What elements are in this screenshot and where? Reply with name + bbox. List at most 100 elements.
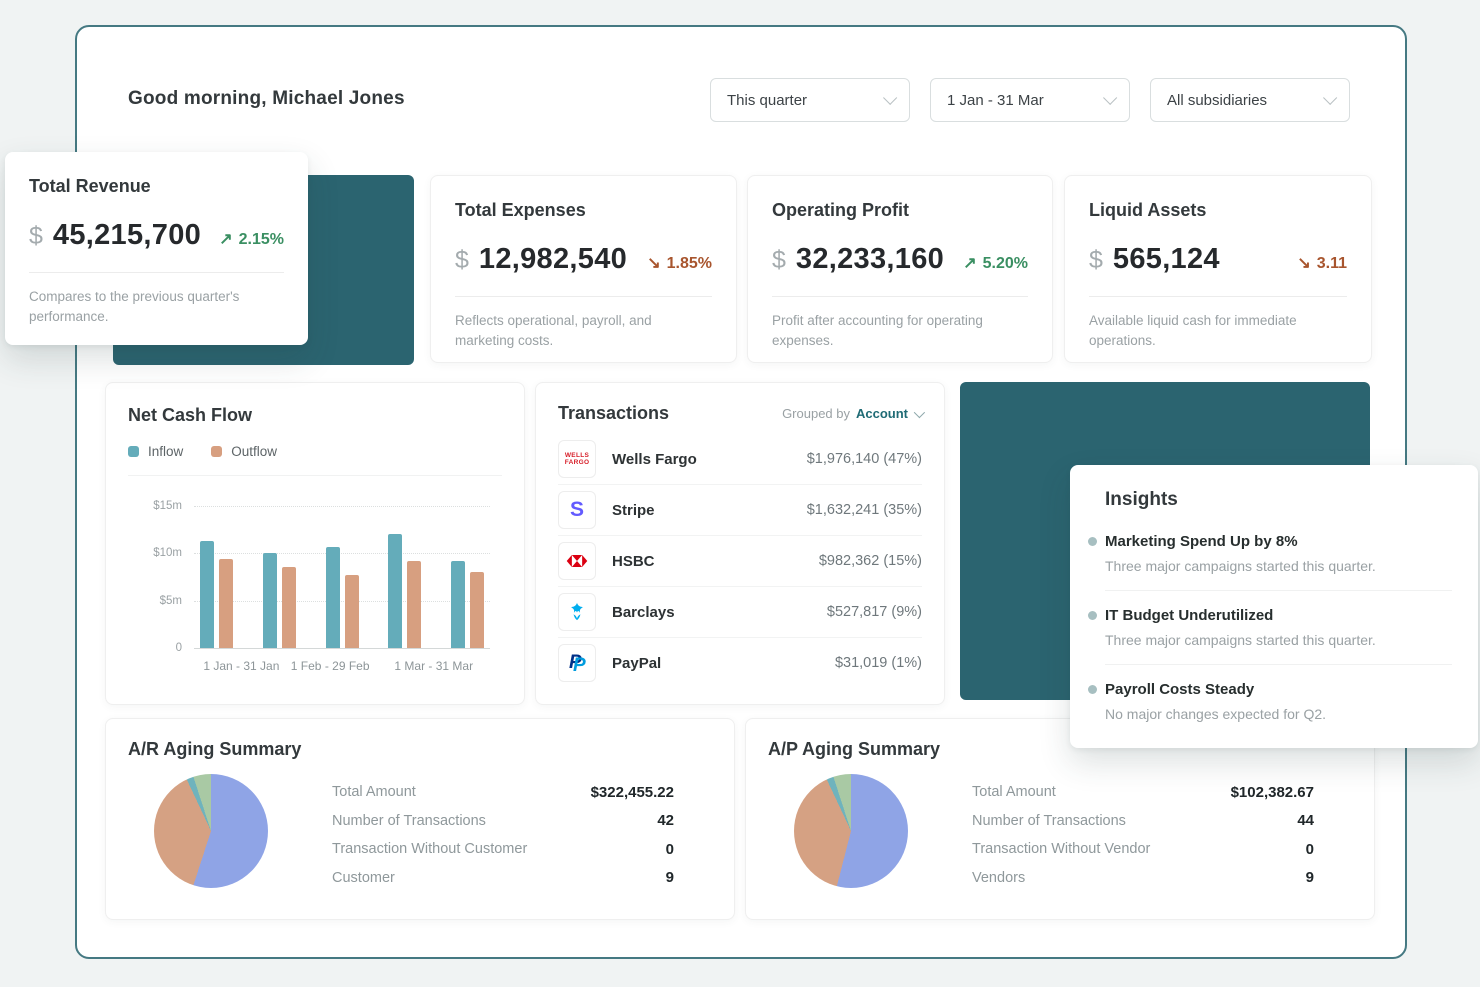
kpi-delta-value: 5.20% [983,255,1028,273]
trend-up-icon: ↗ [219,229,232,249]
account-amount: $527,817 (9%) [827,604,922,620]
kpi-delta-value: 3.11 [1317,255,1347,273]
kpi-value: 565,124 [1113,243,1220,276]
filter-daterange-label: 1 Jan - 31 Mar [947,92,1044,109]
grouped-by-value: Account [856,406,908,421]
summary-label: Number of Transactions [972,813,1126,829]
filter-period-select[interactable]: This quarter [710,78,910,122]
transactions-card: Transactions Grouped by Account WELLSFAR… [535,382,945,705]
grouped-by-dropdown[interactable]: Grouped by Account [782,406,922,421]
insights-card: Insights Marketing Spend Up by 8% Three … [1070,465,1478,748]
chevron-down-icon [914,406,925,417]
divider [1089,296,1347,297]
account-amount: $31,019 (1%) [835,655,922,671]
inflow-swatch-icon [128,446,139,457]
outflow-bar [219,559,233,648]
insight-description: No major changes expected for Q2. [1105,706,1452,722]
kpi-title: Total Revenue [29,176,284,197]
filter-daterange-select[interactable]: 1 Jan - 31 Mar [930,78,1130,122]
net-cash-flow-card: Net Cash Flow Inflow Outflow $15m $10m $… [105,382,525,705]
chart-legend: Inflow Outflow [128,444,502,459]
legend-label: Inflow [148,444,183,459]
insight-item: Payroll Costs Steady No major changes ex… [1088,681,1452,722]
summary-label: Customer [332,870,395,886]
insight-title: Marketing Spend Up by 8% [1105,533,1452,550]
y-axis-tick: $10m [153,547,182,559]
summary-row: Vendors 9 [972,864,1314,893]
x-axis-tick: 1 Jan - 31 Jan [203,659,279,673]
inflow-bar [388,534,402,648]
summary-label: Transaction Without Customer [332,841,527,857]
summary-row: Transaction Without Vendor 0 [972,835,1314,864]
insight-item: IT Budget Underutilized Three major camp… [1088,607,1452,648]
bullet-icon [1088,611,1097,620]
summary-label: Total Amount [332,784,416,800]
kpi-delta-value: 2.15% [239,231,284,249]
account-name: HSBC [612,553,655,570]
hsbc-logo-icon [558,542,596,580]
summary-row: Transaction Without Customer 0 [332,835,674,864]
kpi-description: Profit after accounting for operating ex… [772,311,1028,352]
y-axis-tick: $5m [160,595,182,607]
kpi-title: Liquid Assets [1089,200,1347,221]
kpi-description: Available liquid cash for immediate oper… [1089,311,1347,352]
kpi-title: Operating Profit [772,200,1028,221]
ar-pie-chart [154,774,268,888]
divider [128,475,502,476]
transaction-row-paypal[interactable]: PP PayPal $31,019 (1%) [558,637,922,688]
summary-label: Transaction Without Vendor [972,841,1150,857]
ap-pie-chart [794,774,908,888]
transaction-row-wells-fargo[interactable]: WELLSFARGO Wells Fargo $1,976,140 (47%) [558,434,922,484]
kpi-value: 32,233,160 [796,243,944,276]
kpi-card-total-revenue: Total Revenue $ 45,215,700 ↗2.15% Compar… [5,152,308,345]
bar-groups [194,506,490,648]
account-amount: $982,362 (15%) [819,553,922,569]
logo-text: WELLS [565,452,589,459]
trend-down-icon: ↘ [647,253,660,273]
transaction-row-hsbc[interactable]: HSBC $982,362 (15%) [558,535,922,586]
kpi-card-total-expenses: Total Expenses $ 12,982,540 ↘1.85% Refle… [430,175,737,363]
x-axis-tick: 1 Mar - 31 Mar [394,659,473,673]
summary-value: 0 [666,841,674,858]
kpi-delta: ↗ 2.15% [219,229,284,249]
wells-fargo-logo-icon: WELLSFARGO [558,440,596,478]
summary-value: 9 [1306,869,1314,886]
divider [772,296,1028,297]
outflow-swatch-icon [211,446,222,457]
divider [1105,664,1452,665]
bullet-icon [1088,685,1097,694]
kpi-description: Compares to the previous quarter's perfo… [29,287,284,328]
bar-group [388,534,421,648]
currency-symbol: $ [772,246,786,275]
transaction-row-barclays[interactable]: Barclays $527,817 (9%) [558,586,922,637]
kpi-description: Reflects operational, payroll, and marke… [455,311,712,352]
summary-value: $322,455.22 [591,784,674,801]
barclays-logo-icon [558,593,596,631]
account-name: PayPal [612,655,661,672]
account-amount: $1,632,241 (35%) [807,502,922,518]
kpi-value: 45,215,700 [53,219,201,252]
bar-chart-plot: $15m $10m $5m 0 [194,506,490,649]
divider [1105,590,1452,591]
bullet-icon [1088,537,1097,546]
stripe-logo-icon: S [558,491,596,529]
grouped-by-label: Grouped by [782,406,850,421]
dashboard-page: Good morning, Michael Jones This quarter… [0,0,1480,987]
outflow-bar [470,572,484,648]
transaction-row-stripe[interactable]: S Stripe $1,632,241 (35%) [558,484,922,535]
trend-down-icon: ↘ [1297,253,1310,273]
inflow-bar [263,553,277,648]
insight-description: Three major campaigns started this quart… [1105,558,1452,574]
summary-value: $102,382.67 [1231,784,1314,801]
summary-label: Number of Transactions [332,813,486,829]
account-name: Barclays [612,604,675,621]
filter-subsidiaries-select[interactable]: All subsidiaries [1150,78,1350,122]
kpi-delta: ↘1.85% [647,253,712,273]
insights-title: Insights [1105,489,1452,511]
y-axis-tick: $15m [153,500,182,512]
kpi-title: Total Expenses [455,200,712,221]
insight-title: IT Budget Underutilized [1105,607,1452,624]
divider [455,296,712,297]
chevron-down-icon [1323,91,1337,105]
outflow-bar [282,567,296,648]
